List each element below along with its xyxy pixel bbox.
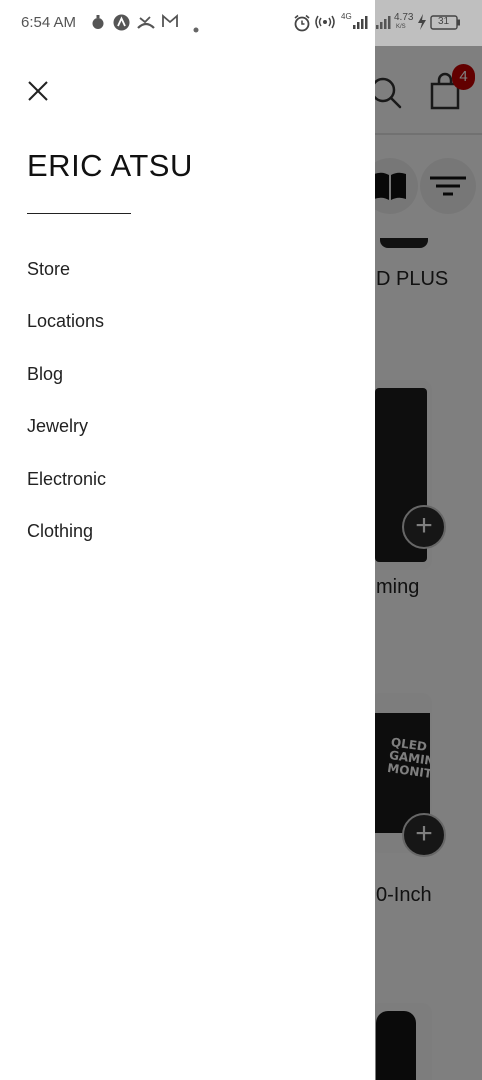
- close-drawer-button[interactable]: [22, 75, 54, 107]
- menu-item-blog[interactable]: Blog: [27, 361, 106, 413]
- menu-item-electronic[interactable]: Electronic: [27, 466, 106, 518]
- status-bar-right: 4.73 K/S 31: [375, 0, 482, 46]
- status-bar: 6:54 AM 4G: [0, 0, 375, 46]
- user-name: ERIC ATSU: [27, 148, 193, 183]
- network-type: 4G: [341, 12, 352, 21]
- stopwatch-icon: [91, 14, 105, 34]
- gmail-icon: [161, 14, 179, 32]
- menu-item-locations[interactable]: Locations: [27, 308, 106, 360]
- hotspot-icon: [315, 14, 335, 34]
- divider: [27, 213, 131, 214]
- drawer-menu: Store Locations Blog Jewelry Electronic …: [27, 256, 106, 570]
- signal-strength-icon: [352, 14, 370, 34]
- alarm-icon: [293, 14, 311, 36]
- menu-item-jewelry[interactable]: Jewelry: [27, 413, 106, 465]
- navigation-drawer: ERIC ATSU Store Locations Blog Jewelry E…: [0, 46, 375, 1080]
- network-speed-unit: K/S: [396, 24, 406, 30]
- network-speed: 4.73: [394, 12, 414, 23]
- signal-strength-2-icon: [375, 14, 391, 34]
- menu-item-store[interactable]: Store: [27, 256, 106, 308]
- more-notifications-icon: [193, 19, 199, 37]
- app-notification-icon: [113, 14, 130, 35]
- charging-icon: [417, 14, 427, 34]
- menu-item-clothing[interactable]: Clothing: [27, 518, 106, 570]
- missed-call-icon: [137, 14, 155, 34]
- status-time: 6:54 AM: [21, 14, 77, 31]
- close-icon: [28, 81, 48, 101]
- battery-level: 31: [438, 16, 450, 27]
